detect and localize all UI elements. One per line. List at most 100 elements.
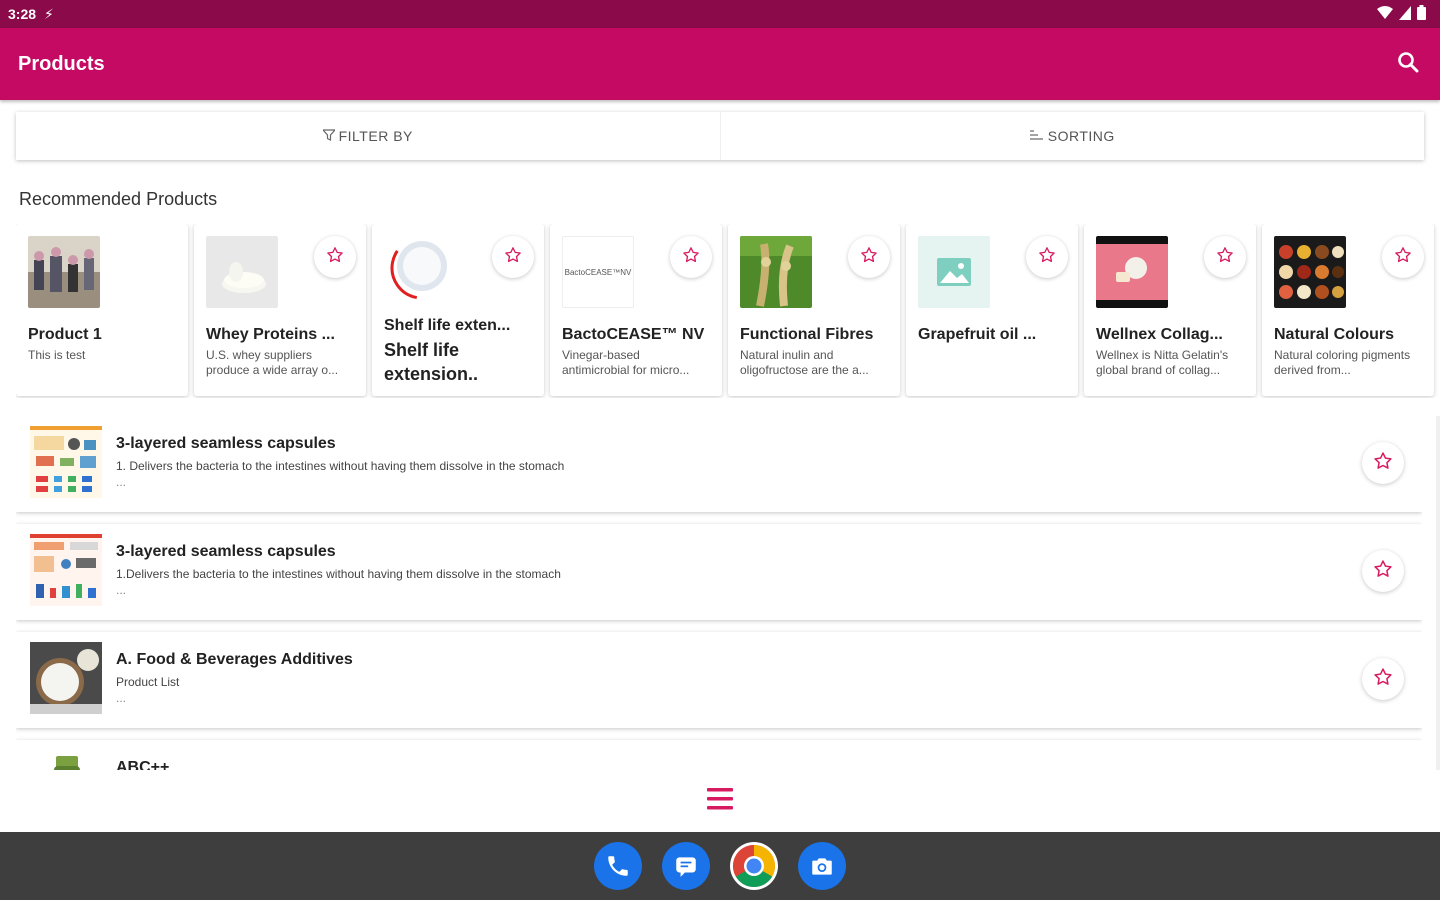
filter-icon <box>321 128 336 144</box>
wifi-icon <box>1377 5 1393 23</box>
favorite-button[interactable] <box>670 236 712 278</box>
favorite-button[interactable] <box>1362 550 1404 592</box>
star-outline-icon <box>860 246 878 269</box>
status-bar: 3:28 ⚡ <box>0 0 1440 28</box>
card-desc: This is test <box>28 348 86 362</box>
list-item[interactable]: 3-layered seamless capsules 1. Delivers … <box>16 416 1422 512</box>
favorite-button[interactable] <box>1204 236 1246 278</box>
charging-icon: ⚡ <box>44 5 54 22</box>
card-name: Grapefruit oil ... <box>918 326 1037 343</box>
thumbnail-logo-text: BactoCEASE™NV <box>564 267 632 277</box>
card-desc: Wellnex is Nitta Gelatin's global brand … <box>1096 348 1229 377</box>
product-card[interactable]: BactoCEASE™NV BactoCEASE™ NV Vinegar-bas… <box>550 224 722 396</box>
signal-icon <box>1399 5 1411 23</box>
list-item[interactable]: ABC++ <box>16 740 1422 770</box>
card-name: Whey Proteins ... <box>206 326 335 343</box>
bottom-bar <box>0 770 1440 832</box>
star-outline-icon <box>326 246 344 269</box>
list-item[interactable]: A. Food & Beverages Additives Product Li… <box>16 632 1422 728</box>
product-card[interactable]: Grapefruit oil ... <box>906 224 1078 396</box>
list-item-title: A. Food & Beverages Additives <box>116 651 353 668</box>
product-list[interactable]: 3-layered seamless capsules 1. Delivers … <box>16 416 1422 770</box>
camera-app-icon[interactable] <box>798 842 846 890</box>
card-name: Product 1 <box>28 326 102 343</box>
product-thumbnail: BactoCEASE™NV <box>562 236 634 308</box>
filter-by-button[interactable]: FILTER BY <box>16 112 720 160</box>
battery-icon <box>1417 5 1426 23</box>
card-desc: Vinegar-based antimicrobial for micro... <box>562 348 690 377</box>
card-desc <box>918 348 1066 378</box>
star-outline-icon <box>1373 451 1393 476</box>
filter-by-label: FILTER BY <box>338 128 413 144</box>
card-name: BactoCEASE™ NV <box>562 326 705 343</box>
phone-app-icon[interactable] <box>594 842 642 890</box>
page-title: Products <box>18 52 105 75</box>
messages-app-icon[interactable] <box>662 842 710 890</box>
card-name: Functional Fibres <box>740 326 874 343</box>
chrome-app-icon[interactable] <box>730 842 778 890</box>
sorting-button[interactable]: SORTING <box>719 112 1425 160</box>
star-outline-icon <box>1373 559 1393 584</box>
menu-button[interactable] <box>700 781 740 821</box>
star-outline-icon <box>682 246 700 269</box>
card-desc: U.S. whey suppliers produce a wide array… <box>206 348 339 377</box>
product-card[interactable]: Whey Proteins ... U.S. whey suppliers pr… <box>194 224 366 396</box>
product-thumbnail <box>384 236 456 308</box>
card-name: Natural Colours <box>1274 326 1395 343</box>
favorite-button[interactable] <box>1362 442 1404 484</box>
card-title-block: Shelf life exten... Shelf life extension… <box>384 314 532 386</box>
card-name: Shelf life exten... <box>384 317 511 334</box>
product-thumbnail <box>1274 236 1346 308</box>
favorite-button[interactable] <box>1026 236 1068 278</box>
list-item-subtitle: 1.Delivers the bacteria to the intestine… <box>116 567 561 581</box>
system-dock <box>0 832 1440 900</box>
status-time: 3:28 <box>8 6 37 22</box>
favorite-button[interactable] <box>492 236 534 278</box>
recommended-carousel[interactable]: Product 1 This is test Whey Proteins ...… <box>16 224 1440 398</box>
card-name: Wellnex Collag... <box>1096 326 1223 343</box>
list-item-more: ... <box>116 583 127 597</box>
product-card[interactable]: Wellnex Collag... Wellnex is Nitta Gelat… <box>1084 224 1256 396</box>
list-item-title: 3-layered seamless capsules <box>116 435 336 452</box>
app-bar: Products <box>0 28 1440 100</box>
star-outline-icon <box>1216 246 1234 269</box>
favorite-button[interactable] <box>1382 236 1424 278</box>
list-item-title: 3-layered seamless capsules <box>116 543 336 560</box>
filter-sort-bar: FILTER BY SORTING <box>16 112 1424 160</box>
recommended-title: Recommended Products <box>19 189 218 209</box>
product-thumbnail <box>206 236 278 308</box>
favorite-button[interactable] <box>1362 658 1404 700</box>
product-card[interactable]: Product 1 This is test <box>16 224 188 396</box>
hamburger-menu-icon <box>706 785 734 818</box>
favorite-button[interactable] <box>848 236 890 278</box>
product-thumbnail <box>30 426 102 498</box>
list-item[interactable]: 3-layered seamless capsules 1.Delivers t… <box>16 524 1422 620</box>
product-thumbnail <box>30 534 102 606</box>
product-thumbnail <box>1096 236 1168 308</box>
image-placeholder-icon <box>918 236 990 308</box>
list-item-more: ... <box>116 475 127 489</box>
product-card[interactable]: Functional Fibres Natural inulin and oli… <box>728 224 900 396</box>
product-thumbnail <box>740 236 812 308</box>
search-icon <box>1397 51 1419 78</box>
list-scrollbar[interactable] <box>1436 416 1440 770</box>
sort-icon <box>1029 128 1044 144</box>
product-card[interactable]: Natural Colours Natural coloring pigment… <box>1262 224 1434 396</box>
product-thumbnail <box>30 750 102 770</box>
list-item-title: ABC++ <box>116 759 170 770</box>
favorite-button[interactable] <box>314 236 356 278</box>
product-thumbnail <box>28 236 100 308</box>
star-outline-icon <box>1394 246 1412 269</box>
product-thumbnail <box>30 642 102 714</box>
card-subtitle: Shelf life extension.. <box>384 340 479 384</box>
sorting-label: SORTING <box>1047 128 1115 144</box>
card-desc: Natural coloring pigments derived from..… <box>1274 348 1411 377</box>
star-outline-icon <box>1373 667 1393 692</box>
search-button[interactable] <box>1394 50 1422 78</box>
card-desc: Natural inulin and oligofructose are the… <box>740 348 869 377</box>
product-card[interactable]: Shelf life exten... Shelf life extension… <box>372 224 544 396</box>
list-item-subtitle: Product List <box>116 675 180 689</box>
star-outline-icon <box>1038 246 1056 269</box>
list-item-subtitle: 1. Delivers the bacteria to the intestin… <box>116 459 565 473</box>
star-outline-icon <box>504 246 522 269</box>
